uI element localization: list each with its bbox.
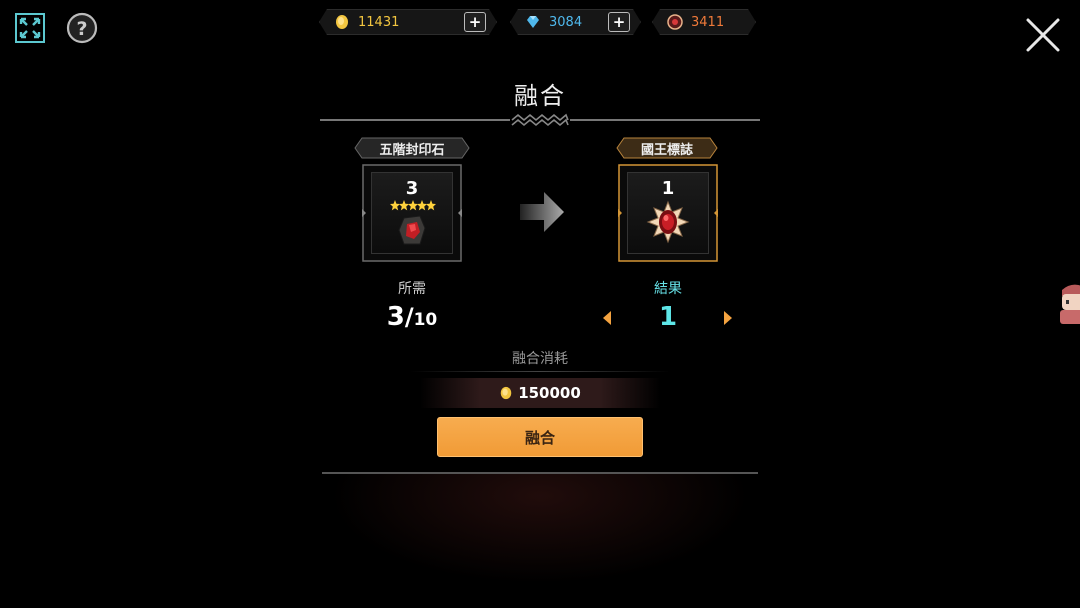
required-have: 3	[386, 302, 405, 332]
fuse-button[interactable]: 融合	[437, 417, 643, 457]
gem-currency: 3084 +	[510, 9, 641, 35]
bottom-glow	[330, 474, 750, 584]
cost-divider	[410, 371, 670, 372]
required-label: 所需	[398, 281, 426, 297]
source-item-name: 五階封印石	[379, 142, 445, 158]
crystal-amount: 3411	[691, 14, 725, 30]
crystal-currency: 3411	[652, 9, 756, 35]
required-total: 10	[413, 310, 438, 330]
gold-currency: 11431 +	[319, 9, 497, 35]
sealed-stone-icon	[398, 215, 426, 245]
gold-coin-icon	[334, 14, 350, 30]
decrease-arrow-icon[interactable]	[602, 311, 612, 325]
gold-coin-icon	[500, 386, 512, 400]
divider-ornament-icon	[510, 112, 570, 128]
panel-title: 融合	[514, 82, 566, 110]
svg-text:?: ?	[76, 18, 87, 40]
source-item-label: 五階封印石	[354, 137, 470, 159]
source-item-slot[interactable]: 3	[362, 164, 462, 262]
gem-amount: 3084	[549, 14, 583, 30]
add-gem-button[interactable]: +	[608, 12, 630, 32]
king-emblem-icon	[646, 200, 690, 244]
source-item-count: 3	[405, 178, 419, 199]
cost-title: 融合消耗	[512, 351, 568, 367]
gold-amount: 11431	[358, 14, 400, 30]
diamond-icon	[525, 14, 541, 30]
close-icon[interactable]	[1024, 16, 1062, 54]
cost-bar: 150000	[420, 378, 660, 408]
result-item-count: 1	[661, 178, 675, 199]
result-item-slot[interactable]: 1	[618, 164, 718, 262]
help-icon[interactable]: ?	[66, 12, 98, 44]
fit-screen-icon[interactable]	[14, 12, 46, 44]
side-character-icon[interactable]	[1058, 282, 1080, 326]
increase-arrow-icon[interactable]	[723, 311, 733, 325]
cost-value: 150000	[518, 384, 581, 402]
star-rating-icon	[390, 200, 436, 211]
required-amount: 3/10	[372, 302, 452, 332]
add-gold-button[interactable]: +	[464, 12, 486, 32]
result-label: 結果	[654, 281, 682, 297]
required-slash: /	[404, 303, 414, 331]
arrow-right-icon	[520, 192, 564, 232]
result-quantity: 1	[658, 302, 678, 332]
result-item-name: 國王標誌	[640, 142, 693, 158]
result-item-label: 國王標誌	[616, 137, 718, 159]
crystal-orb-icon	[667, 14, 683, 30]
